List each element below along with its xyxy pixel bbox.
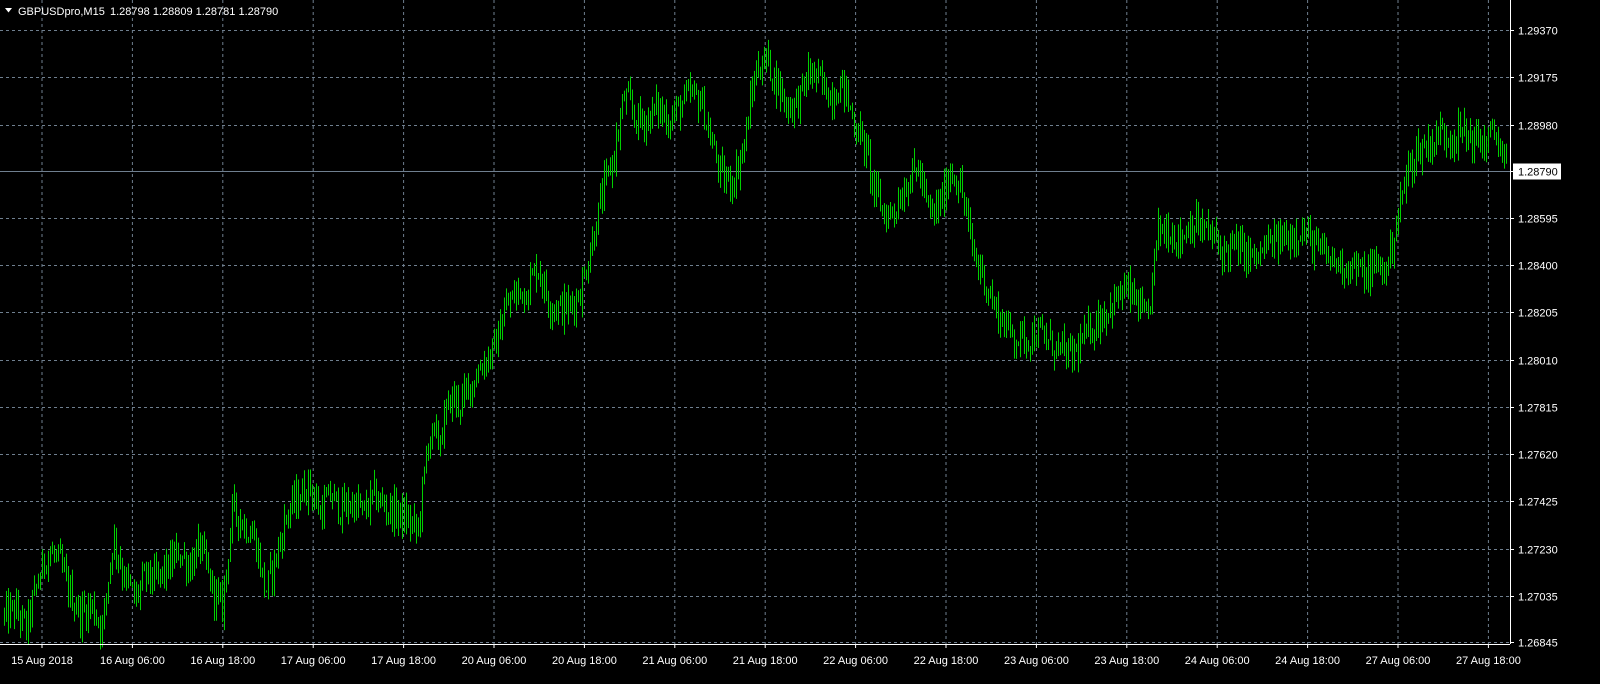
x-tick-label: 22 Aug 06:00 [823, 655, 888, 667]
y-tick-label: 1.27425 [1518, 497, 1558, 509]
x-tick-label: 21 Aug 18:00 [733, 655, 798, 667]
chart-header[interactable]: GBPUSDpro,M15 1.28798 1.28809 1.28781 1.… [5, 6, 278, 18]
x-tick-label: 23 Aug 06:00 [1004, 655, 1069, 667]
x-tick-label: 23 Aug 18:00 [1094, 655, 1159, 667]
ohlc-readout: 1.28798 1.28809 1.28781 1.28790 [110, 6, 278, 18]
y-tick-label: 1.28595 [1518, 214, 1558, 226]
y-tick-label: 1.28980 [1518, 121, 1558, 133]
x-tick-label: 24 Aug 18:00 [1275, 655, 1340, 667]
y-tick-label: 1.27620 [1518, 450, 1558, 462]
x-tick-label: 20 Aug 06:00 [462, 655, 527, 667]
y-tick-label: 1.28205 [1518, 308, 1558, 320]
chart-window[interactable]: 1.29370 1.29175 1.28980 1.28790 1.28595 1.284… [0, 0, 1600, 684]
y-tick-label: 1.29175 [1518, 73, 1558, 85]
x-tick-label: 22 Aug 18:00 [914, 655, 979, 667]
x-tick-label: 27 Aug 18:00 [1456, 655, 1521, 667]
x-tick-label: 17 Aug 06:00 [281, 655, 346, 667]
y-tick-label: 1.28010 [1518, 356, 1558, 368]
y-tick-label: 1.28400 [1518, 261, 1558, 273]
x-tick-label: 20 Aug 18:00 [552, 655, 617, 667]
y-tick-label: 1.27230 [1518, 545, 1558, 557]
y-tick-label: 1.27035 [1518, 592, 1558, 604]
y-tick-label: 1.29370 [1518, 26, 1558, 38]
price-chart[interactable]: 1.29370 1.29175 1.28980 1.28790 1.28595 1.284… [0, 0, 1600, 684]
x-tick-label: 21 Aug 06:00 [642, 655, 707, 667]
current-price-label: 1.28790 [1518, 167, 1558, 179]
x-tick-label: 24 Aug 06:00 [1185, 655, 1250, 667]
x-tick-label: 16 Aug 06:00 [100, 655, 165, 667]
x-tick-label: 15 Aug 2018 [11, 655, 73, 667]
x-tick-label: 16 Aug 18:00 [190, 655, 255, 667]
y-tick-label: 1.27815 [1518, 403, 1558, 415]
x-tick-label: 27 Aug 06:00 [1366, 655, 1431, 667]
symbol-timeframe-label: GBPUSDpro,M15 [18, 6, 105, 18]
y-tick-label: 1.26845 [1518, 638, 1558, 650]
x-tick-label: 17 Aug 18:00 [371, 655, 436, 667]
